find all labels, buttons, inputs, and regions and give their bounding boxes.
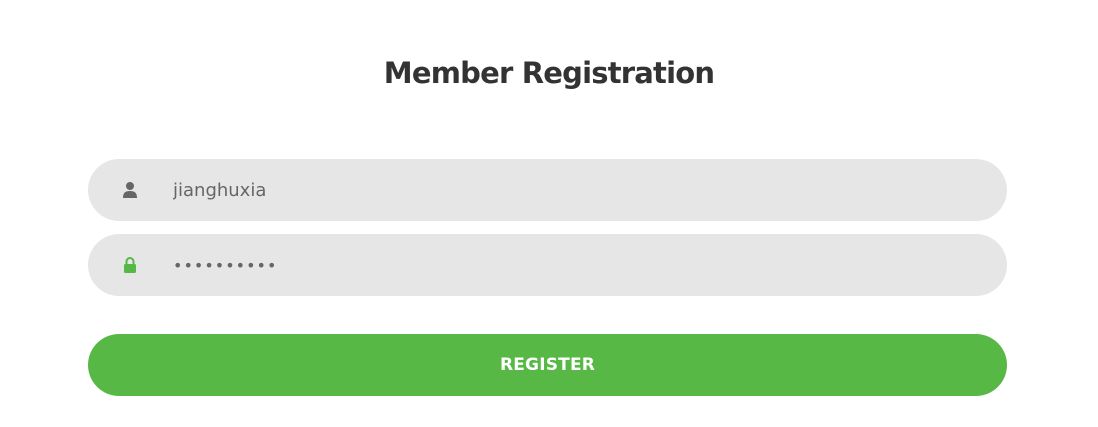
user-icon bbox=[118, 179, 142, 201]
password-input[interactable] bbox=[173, 234, 973, 296]
username-field-wrapper bbox=[88, 159, 1007, 221]
lock-icon bbox=[118, 254, 142, 276]
password-field-wrapper bbox=[88, 234, 1007, 296]
page-title: Member Registration bbox=[383, 56, 715, 90]
register-button[interactable]: REGISTER bbox=[88, 334, 1007, 396]
username-input[interactable] bbox=[173, 159, 973, 221]
